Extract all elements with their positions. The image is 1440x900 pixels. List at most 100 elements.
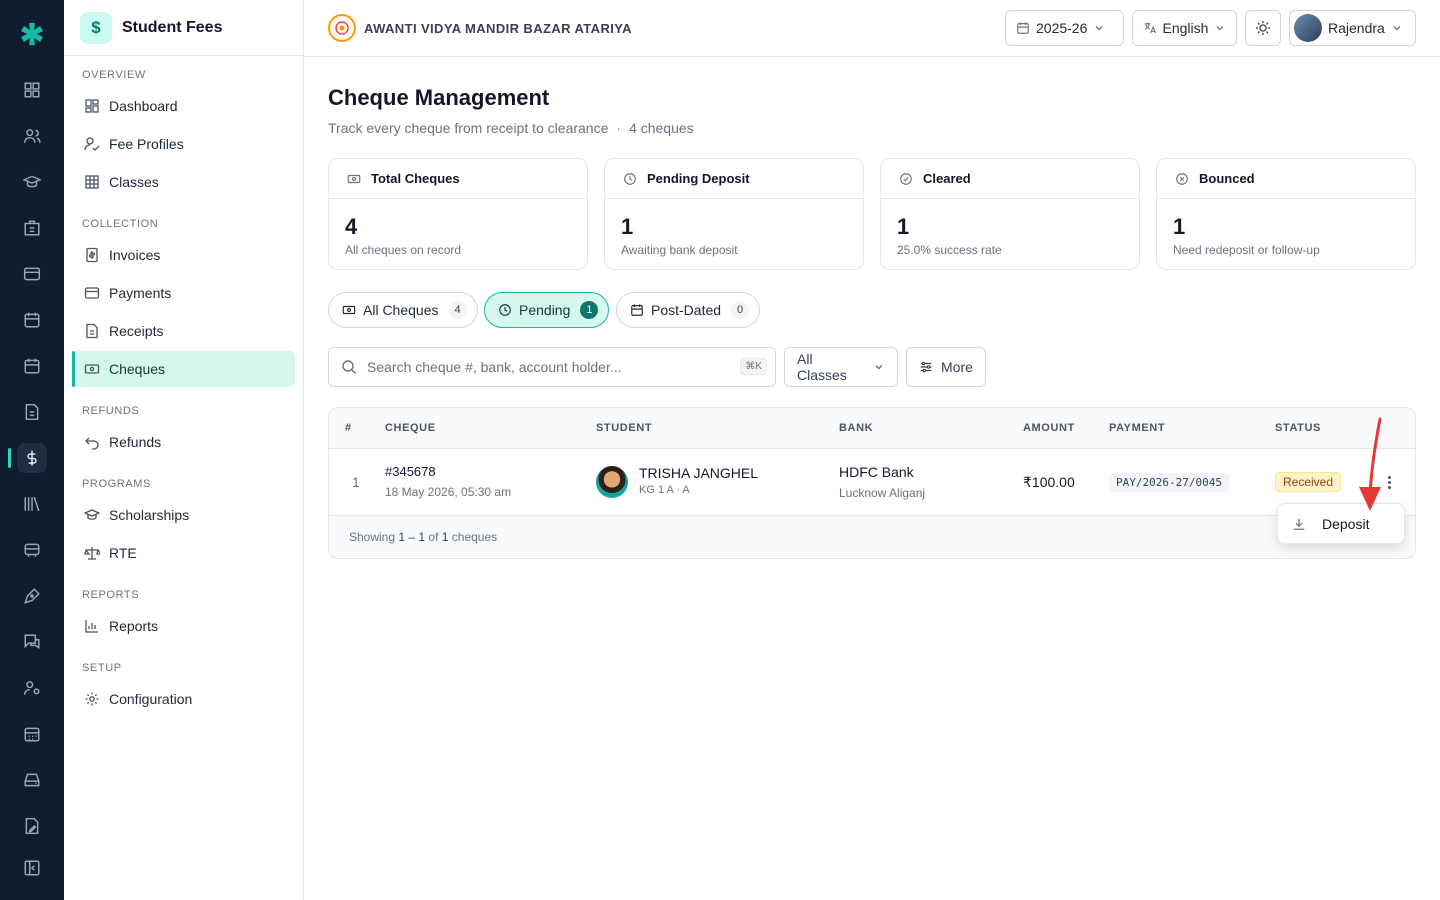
stat-label: Cleared — [923, 171, 971, 186]
download-icon — [1293, 518, 1305, 530]
language-value: English — [1162, 20, 1209, 36]
pen-icon[interactable] — [17, 581, 47, 611]
cap-icon — [84, 509, 100, 520]
chevron-down-icon — [1216, 26, 1224, 31]
user-name: Rajendra — [1328, 20, 1385, 36]
calendar-grid-icon[interactable] — [17, 719, 47, 749]
messages-icon[interactable] — [17, 627, 47, 657]
library-icon[interactable] — [17, 489, 47, 519]
check-circle-icon — [900, 172, 912, 185]
calendar-icon — [1017, 22, 1029, 34]
sidebar-item-fee-profiles[interactable]: Fee Profiles — [72, 126, 295, 162]
sidebar-item-configuration[interactable]: Configuration — [72, 681, 295, 717]
chevron-down-icon — [1393, 26, 1401, 31]
theme-toggle-button[interactable] — [1245, 10, 1281, 46]
sidebar-item-label: Classes — [109, 174, 159, 190]
stat-note: Need redeposit or follow-up — [1173, 243, 1320, 257]
sidebar-item-label: Receipts — [109, 323, 164, 339]
users-icon[interactable] — [17, 121, 47, 151]
table-icon — [85, 175, 99, 189]
sidebar-item-payments[interactable]: Payments — [72, 275, 295, 311]
tab-count: 4 — [448, 301, 467, 319]
sidebar-item-refunds[interactable]: Refunds — [72, 424, 295, 460]
stat-label: Pending Deposit — [647, 171, 750, 186]
payment-reference[interactable]: PAY/2026-27/0045 — [1109, 473, 1229, 492]
sidebar-item-reports[interactable]: Reports — [72, 608, 295, 644]
tab-label: Post-Dated — [651, 302, 722, 318]
stat-label: Total Cheques — [371, 171, 460, 186]
sidebar-item-receipts[interactable]: Receipts — [72, 313, 295, 349]
page-title: Cheque Management — [328, 85, 550, 110]
column-header-index: # — [345, 422, 352, 434]
sidebar-item-label: Configuration — [109, 691, 193, 707]
class-filter-dropdown[interactable]: All Classes — [784, 347, 898, 387]
academic-year-selector[interactable]: 2025-26 — [1005, 10, 1124, 46]
sidebar-item-label: Refunds — [109, 434, 162, 450]
sidebar-item-cheques[interactable]: Cheques — [72, 351, 295, 387]
search-input[interactable] — [367, 359, 727, 375]
cheque-number: #345678 — [385, 464, 436, 479]
document-edit-icon[interactable] — [17, 811, 47, 841]
section-title-refunds: REFUNDS — [82, 405, 140, 417]
page-subtitle-text: Track every cheque from receipt to clear… — [328, 120, 609, 136]
bar-chart-icon — [85, 620, 98, 633]
pagination-suffix: cheques — [448, 530, 498, 544]
calendar-icon — [631, 304, 643, 316]
tab-post-dated[interactable]: Post-Dated 0 — [616, 292, 761, 328]
drive-icon[interactable] — [17, 765, 47, 795]
user-settings-icon[interactable] — [17, 673, 47, 703]
graduation-cap-icon[interactable] — [17, 167, 47, 197]
sidebar-item-label: Invoices — [109, 247, 161, 263]
bus-icon[interactable] — [17, 535, 47, 565]
grid-icon[interactable] — [17, 75, 47, 105]
page-subtitle: Track every cheque from receipt to clear… — [328, 120, 694, 136]
app-logo-icon[interactable] — [16, 20, 48, 52]
calendar-icon[interactable] — [17, 351, 47, 381]
sidebar-item-dashboard[interactable]: Dashboard — [72, 88, 295, 124]
user-menu-button[interactable]: Rajendra — [1289, 10, 1416, 46]
pagination-mid: of — [425, 530, 442, 544]
column-header-payment: PAYMENT — [1109, 422, 1166, 434]
calendar-icon[interactable] — [17, 305, 47, 335]
sidebar-item-scholarships[interactable]: Scholarships — [72, 497, 295, 533]
sun-icon — [1256, 21, 1270, 35]
tab-count: 1 — [580, 301, 599, 319]
sidebar-item-invoices[interactable]: Invoices — [72, 237, 295, 273]
student-name[interactable]: TRISHA JANGHEL — [639, 465, 758, 481]
scale-icon — [84, 547, 100, 560]
cheques-table: # CHEQUE STUDENT BANK AMOUNT PAYMENT STA… — [328, 407, 1416, 559]
tab-label: All Cheques — [363, 302, 439, 318]
section-title-programs: PROGRAMS — [82, 478, 151, 490]
tab-all-cheques[interactable]: All Cheques 4 — [328, 292, 478, 328]
search-icon — [342, 360, 356, 374]
section-title-reports: REPORTS — [82, 589, 140, 601]
avatar — [596, 466, 628, 498]
dollar-icon[interactable] — [8, 443, 47, 473]
sidebar-header: $ Student Fees — [64, 0, 303, 56]
sidebar-item-classes[interactable]: Classes — [72, 164, 295, 200]
credit-card-icon[interactable] — [17, 259, 47, 289]
building-icon[interactable] — [17, 213, 47, 243]
pagination-summary: Showing 1 – 1 of 1 cheques — [349, 530, 497, 544]
table-row[interactable]: 1 #345678 18 May 2026, 05:30 am TRISHA J… — [329, 449, 1415, 516]
file-icon[interactable] — [17, 397, 47, 427]
language-selector[interactable]: English — [1132, 10, 1237, 46]
search-shortcut: ⌘K — [740, 358, 767, 375]
school-emblem-icon — [328, 14, 356, 42]
table-footer: Showing 1 – 1 of 1 cheques — [329, 516, 1415, 558]
tab-pending[interactable]: Pending 1 — [484, 292, 610, 328]
clock-icon — [624, 172, 636, 185]
deposit-label: Deposit — [1322, 515, 1370, 532]
search-box: ⌘K — [328, 347, 776, 387]
table-header: # CHEQUE STUDENT BANK AMOUNT PAYMENT STA… — [329, 408, 1415, 449]
more-filters-button[interactable]: More — [906, 347, 986, 387]
student-class: KG 1 A · A — [639, 484, 690, 496]
app-rail — [0, 0, 64, 900]
sidebar-item-rte[interactable]: RTE — [72, 535, 295, 571]
separator: · — [616, 120, 622, 136]
undo-icon — [85, 437, 99, 450]
clock-icon — [499, 304, 511, 316]
collapse-panel-icon[interactable] — [17, 853, 47, 883]
module-sidebar: $ Student Fees OVERVIEW Dashboard Fee Pr… — [64, 0, 304, 900]
chevron-down-icon — [875, 365, 883, 370]
